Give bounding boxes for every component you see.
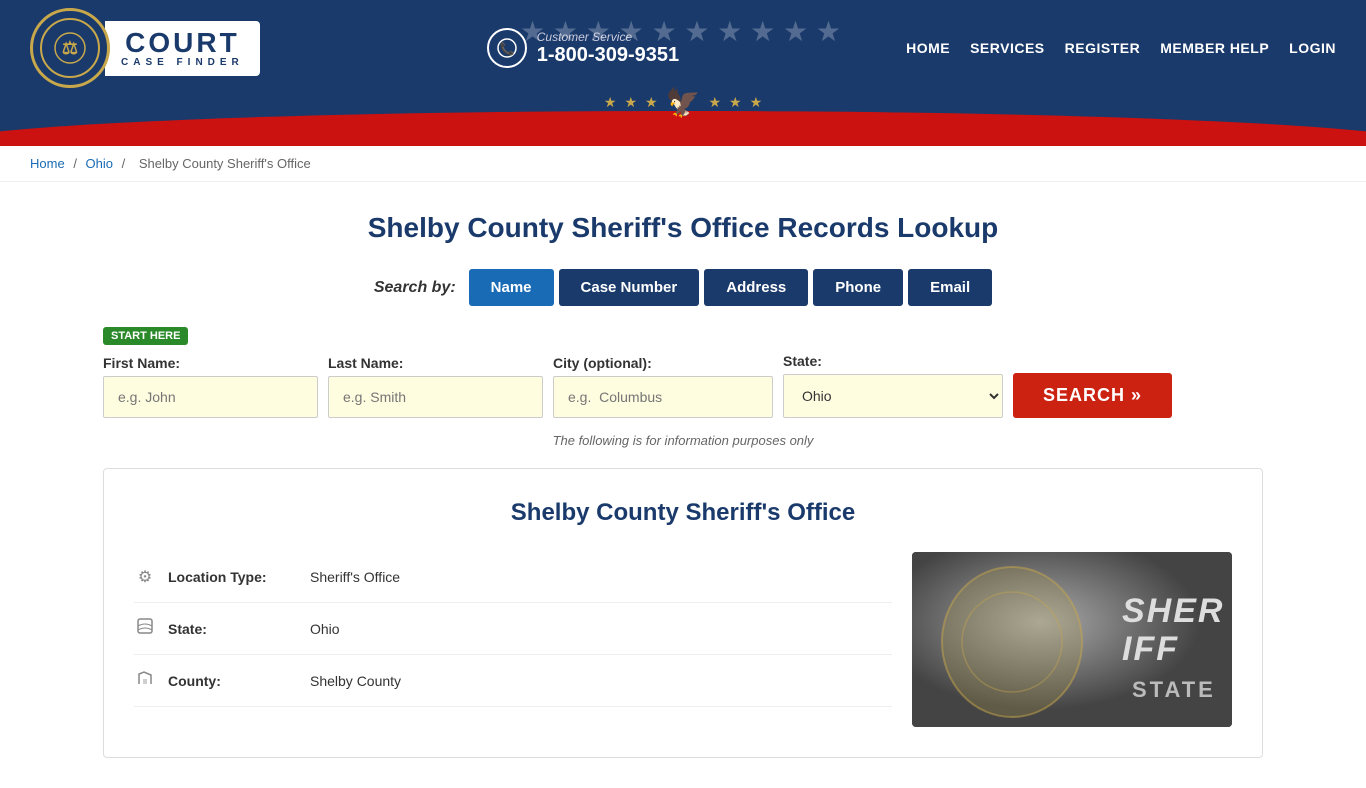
info-card-title: Shelby County Sheriff's Office — [134, 499, 1232, 527]
svg-text:📞: 📞 — [499, 41, 514, 56]
state-field-value: Ohio — [310, 621, 340, 637]
first-name-input[interactable] — [103, 376, 318, 418]
page-title: Shelby County Sheriff's Office Records L… — [103, 212, 1263, 244]
location-type-value: Sheriff's Office — [310, 569, 400, 585]
state-field-label: State: — [168, 621, 298, 637]
city-input[interactable] — [553, 376, 773, 418]
location-type-icon: ⚙ — [134, 567, 156, 587]
cs-text-area: Customer Service 1-800-309-9351 — [537, 30, 679, 67]
site-header: ⚖ COURT CASE FINDER ★ ★ ★ ★ ★ ★ ★ ★ ★ ★ … — [0, 0, 1366, 146]
first-name-label: First Name: — [103, 355, 318, 371]
eagle-icon: 🦅 — [666, 86, 701, 119]
info-card: Shelby County Sheriff's Office ⚙ Locatio… — [103, 468, 1263, 758]
city-label: City (optional): — [553, 355, 773, 371]
nav-login[interactable]: LOGIN — [1289, 40, 1336, 56]
last-name-input[interactable] — [328, 376, 543, 418]
location-type-label: Location Type: — [168, 569, 298, 585]
info-row-state: State: Ohio — [134, 603, 892, 655]
county-field-label: County: — [168, 673, 298, 689]
eagle-container: ★ ★ ★ 🦅 ★ ★ ★ — [604, 86, 762, 119]
county-icon — [134, 670, 156, 691]
sheriff-image-bg: SHER IFF STATE — [912, 552, 1232, 727]
cs-label: Customer Service — [537, 30, 679, 44]
tab-case-number[interactable]: Case Number — [559, 269, 700, 306]
logo-area: ⚖ COURT CASE FINDER — [30, 8, 260, 88]
star-left-2: ★ — [624, 94, 637, 111]
tab-address[interactable]: Address — [704, 269, 808, 306]
state-select[interactable]: Ohio Alabama Alaska Arizona California C… — [783, 374, 1003, 418]
state-icon — [134, 618, 156, 639]
search-form-row: First Name: Last Name: City (optional): … — [103, 353, 1263, 418]
last-name-label: Last Name: — [328, 355, 543, 371]
logo-icon: ⚖ — [40, 18, 100, 78]
breadcrumb-sep-2: / — [122, 156, 129, 171]
logo-badge: ⚖ — [30, 8, 110, 88]
search-by-row: Search by: Name Case Number Address Phon… — [103, 269, 1263, 306]
star-left-3: ★ — [645, 94, 658, 111]
sheriff-image: SHER IFF STATE — [912, 552, 1232, 727]
info-note: The following is for information purpose… — [103, 433, 1263, 448]
svg-text:SHER: SHER — [1122, 592, 1224, 630]
info-fields: ⚙ Location Type: Sheriff's Office State: — [134, 552, 892, 727]
logo-text: COURT CASE FINDER — [105, 21, 260, 76]
svg-text:IFF: IFF — [1122, 630, 1179, 668]
logo-finder-text: CASE FINDER — [121, 57, 244, 68]
tab-email[interactable]: Email — [908, 269, 992, 306]
customer-service: 📞 Customer Service 1-800-309-9351 — [487, 28, 679, 68]
breadcrumb-ohio[interactable]: Ohio — [86, 156, 113, 171]
info-card-content: ⚙ Location Type: Sheriff's Office State: — [134, 552, 1232, 727]
logo-court-text: COURT — [125, 29, 240, 57]
nav-home[interactable]: HOME — [906, 40, 950, 56]
start-here-badge: START HERE — [103, 327, 188, 345]
last-name-group: Last Name: — [328, 355, 543, 418]
search-by-label: Search by: — [374, 279, 456, 297]
svg-text:⚖: ⚖ — [62, 38, 78, 58]
star-left-1: ★ — [604, 94, 617, 111]
state-label: State: — [783, 353, 1003, 369]
info-row-county: County: Shelby County — [134, 655, 892, 707]
city-group: City (optional): — [553, 355, 773, 418]
star-right-1: ★ — [708, 94, 721, 111]
county-field-value: Shelby County — [310, 673, 401, 689]
main-nav: HOME SERVICES REGISTER MEMBER HELP LOGIN — [906, 40, 1336, 56]
breadcrumb-sep-1: / — [73, 156, 80, 171]
info-row-location-type: ⚙ Location Type: Sheriff's Office — [134, 552, 892, 603]
first-name-group: First Name: — [103, 355, 318, 418]
eagle-stars: ★ ★ ★ 🦅 ★ ★ ★ — [604, 86, 762, 119]
breadcrumb-home[interactable]: Home — [30, 156, 65, 171]
nav-member-help[interactable]: MEMBER HELP — [1160, 40, 1269, 56]
svg-text:STATE: STATE — [1132, 677, 1216, 702]
cs-phone: 1-800-309-9351 — [537, 44, 679, 67]
search-section: Search by: Name Case Number Address Phon… — [103, 269, 1263, 448]
header-wave: ★ ★ ★ 🦅 ★ ★ ★ — [0, 96, 1366, 146]
tab-phone[interactable]: Phone — [813, 269, 903, 306]
breadcrumb: Home / Ohio / Shelby County Sheriff's Of… — [0, 146, 1366, 182]
state-group: State: Ohio Alabama Alaska Arizona Calif… — [783, 353, 1003, 418]
star-right-3: ★ — [750, 94, 763, 111]
tab-name[interactable]: Name — [469, 269, 554, 306]
search-button[interactable]: SEARCH » — [1013, 373, 1172, 418]
phone-icon: 📞 — [487, 28, 527, 68]
main-content: Shelby County Sheriff's Office Records L… — [83, 182, 1283, 788]
breadcrumb-current: Shelby County Sheriff's Office — [139, 156, 311, 171]
star-right-2: ★ — [729, 94, 742, 111]
nav-services[interactable]: SERVICES — [970, 40, 1045, 56]
nav-register[interactable]: REGISTER — [1065, 40, 1141, 56]
